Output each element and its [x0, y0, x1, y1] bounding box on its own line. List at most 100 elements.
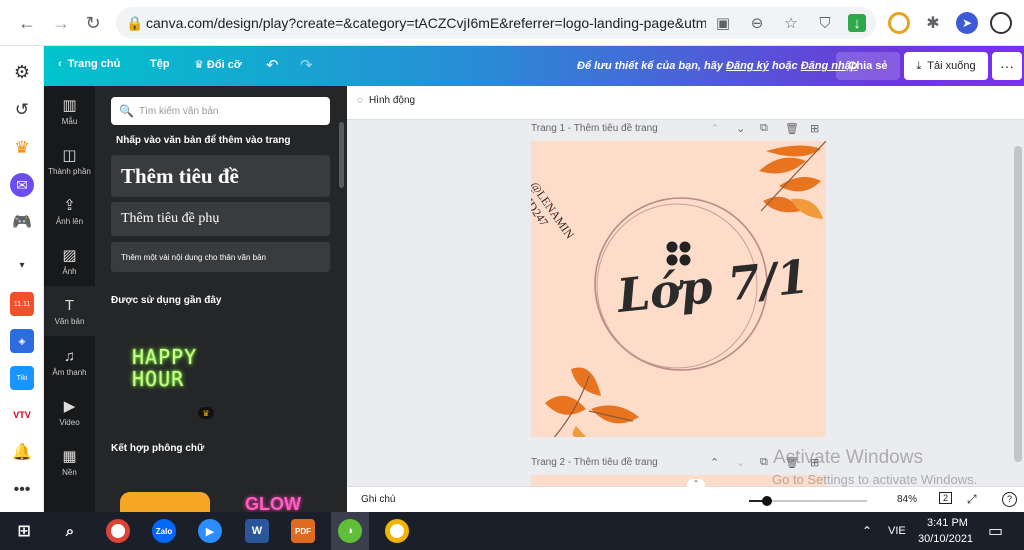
- puzzle-extensions-icon[interactable]: ✱: [922, 12, 944, 34]
- signup-link[interactable]: Đăng ký: [726, 60, 769, 72]
- zalo-icon[interactable]: Zalo: [152, 519, 176, 543]
- tool-photos[interactable]: ▨ Ảnh: [44, 236, 95, 286]
- clock-time[interactable]: 3:41 PM: [927, 517, 968, 529]
- top-leaves-graphic: [759, 141, 826, 219]
- page-count-badge[interactable]: 2: [939, 492, 953, 504]
- font-combo-preview[interactable]: [120, 492, 210, 512]
- elements-icon: ◫: [62, 147, 77, 164]
- page1-title[interactable]: Trang 1 - Thêm tiêu đề trang: [531, 123, 658, 134]
- blocked-popup-icon[interactable]: ▣: [714, 14, 732, 32]
- download-icon: ⤓: [916, 59, 922, 72]
- tool-rail: ▥ Mẫu ◫ Thành phần ⇪ Ảnh lên ▨ Ảnh T Văn…: [44, 86, 95, 512]
- share-button[interactable]: Chia sẻ: [836, 52, 900, 80]
- coccoc-browser-icon[interactable]: ◑: [338, 519, 362, 543]
- text-search-box[interactable]: 🔍: [111, 97, 330, 125]
- download-button[interactable]: ⤓ Tải xuống: [904, 52, 988, 80]
- redo-icon[interactable]: ↷: [300, 56, 313, 74]
- chrome-extension-icon[interactable]: [888, 12, 910, 34]
- collapse-chevron-icon[interactable]: ▾: [10, 260, 34, 271]
- happy-hour-text-style[interactable]: HAPPY HOUR: [132, 346, 197, 390]
- page2-move-down-icon[interactable]: ⌄: [736, 456, 745, 469]
- help-icon[interactable]: ?: [1002, 492, 1017, 507]
- zoom-icon[interactable]: ⊖: [748, 14, 766, 32]
- tool-elements[interactable]: ◫ Thành phần: [44, 136, 95, 186]
- animate-button[interactable]: ◌ Hình động: [357, 95, 415, 106]
- pdf-app-icon[interactable]: PDF: [291, 519, 315, 543]
- move-up-icon[interactable]: ⌃: [710, 122, 719, 135]
- browser-app-icon[interactable]: [385, 519, 409, 543]
- settings-gear-icon[interactable]: ⚙: [10, 60, 34, 84]
- more-options-button[interactable]: ···: [992, 52, 1022, 80]
- notes-button[interactable]: Ghi chú: [361, 494, 395, 505]
- download-arrow-icon[interactable]: ↓: [848, 14, 866, 32]
- tool-templates[interactable]: ▥ Mẫu: [44, 86, 95, 136]
- templates-icon: ▥: [62, 97, 77, 114]
- history-icon[interactable]: ↺: [10, 98, 34, 122]
- add-heading-button[interactable]: Thêm tiêu đề: [111, 155, 330, 197]
- browser-sidebar: ⚙ ↺ ♛ ✉ 🎮 ▾ 11.11 ◈ Tiki VTV 🔔 •••: [0, 46, 44, 512]
- windows-taskbar: ⊞ ⌕ Zalo ▶ W PDF ◑ ⌃ VIE 3:41 PM 30/10/2…: [0, 512, 1024, 550]
- file-menu[interactable]: Tệp: [150, 58, 170, 70]
- tool-audio[interactable]: ♫ Âm thanh: [44, 337, 95, 387]
- text-search-input[interactable]: [139, 105, 319, 117]
- word-icon[interactable]: W: [245, 519, 269, 543]
- notification-bell-icon[interactable]: 🔔: [10, 440, 34, 464]
- image-icon: ▨: [62, 247, 77, 264]
- resize-menu[interactable]: ♛ Đổi cỡ: [194, 58, 242, 71]
- gamepad-icon[interactable]: 🎮: [10, 210, 34, 234]
- clock-date[interactable]: 30/10/2021: [918, 533, 973, 545]
- forward-arrow-icon[interactable]: →: [48, 10, 74, 36]
- tool-background[interactable]: ▦ Nền: [44, 437, 95, 487]
- lock-icon: 🔒: [126, 14, 144, 31]
- tiki-icon[interactable]: Tiki: [10, 366, 34, 390]
- delete-page-icon[interactable]: 🗑: [785, 122, 799, 135]
- bookmark-star-icon[interactable]: ☆: [782, 14, 800, 32]
- home-link[interactable]: ‹ Trang chủ: [58, 58, 120, 70]
- panel-caption: Nhấp vào văn bản để thêm vào trang: [116, 135, 291, 146]
- add-body-text-button[interactable]: Thêm một vài nội dung cho thân văn bản: [111, 242, 330, 272]
- duplicate-page-icon[interactable]: ⧉: [760, 122, 768, 135]
- reload-icon[interactable]: ↻: [80, 10, 106, 36]
- workspace-footer: Ghi chú ⌃ 84% 2 ⤢ ?: [347, 479, 1024, 512]
- add-page-icon[interactable]: ⊞: [810, 122, 819, 135]
- page2-move-up-icon[interactable]: ⌃: [710, 456, 719, 469]
- crown-icon[interactable]: ♛: [10, 136, 34, 160]
- shopee-icon[interactable]: 11.11: [10, 292, 34, 316]
- notification-center-icon[interactable]: ▭: [988, 521, 1003, 541]
- panel-scrollbar[interactable]: [339, 122, 344, 188]
- more-dots-icon[interactable]: •••: [10, 478, 34, 502]
- zoom-slider-handle[interactable]: [761, 496, 772, 506]
- move-down-icon[interactable]: ⌄: [736, 122, 745, 135]
- pro-crown-icon: ♛: [198, 407, 214, 419]
- address-bar[interactable]: 🔒 canva.com/design/play?create=&category…: [116, 7, 876, 39]
- url-text[interactable]: canva.com/design/play?create=&category=t…: [146, 15, 706, 31]
- game-app-icon[interactable]: ◈: [10, 329, 34, 353]
- page2-duplicate-icon[interactable]: ⧉: [760, 456, 768, 469]
- workspace-scrollbar[interactable]: [1014, 146, 1022, 462]
- language-indicator[interactable]: VIE: [888, 525, 906, 537]
- design-canvas[interactable]: @LENAMIN #HD247 Lớp 7/1: [531, 141, 826, 437]
- zoom-app-icon[interactable]: ▶: [198, 519, 222, 543]
- tool-text[interactable]: T Văn bản: [44, 286, 95, 336]
- search-icon[interactable]: ⌕: [58, 519, 82, 543]
- expand-pages-icon[interactable]: ⌃: [687, 479, 705, 489]
- tool-video[interactable]: ▶ Video: [44, 387, 95, 437]
- windows-start-icon[interactable]: ⊞: [12, 519, 36, 543]
- back-arrow-icon[interactable]: ←: [14, 10, 40, 36]
- tool-uploads[interactable]: ⇪ Ảnh lên: [44, 186, 95, 236]
- recently-used-title: Được sử dụng gần đây: [111, 295, 222, 306]
- shield-icon[interactable]: ⛉: [816, 14, 834, 32]
- tray-expand-icon[interactable]: ⌃: [862, 524, 872, 538]
- messenger-icon[interactable]: ✉: [10, 173, 34, 197]
- vpn-extension-icon[interactable]: ➤: [956, 12, 978, 34]
- fullscreen-icon[interactable]: ⤢: [967, 492, 977, 507]
- page2-title[interactable]: Trang 2 - Thêm tiêu đề trang: [531, 457, 658, 468]
- add-subheading-button[interactable]: Thêm tiêu đề phụ: [111, 202, 330, 236]
- profile-avatar-icon[interactable]: [990, 12, 1012, 34]
- zoom-slider[interactable]: [749, 496, 867, 506]
- vtv-icon[interactable]: VTV: [10, 403, 34, 427]
- undo-icon[interactable]: ↶: [266, 56, 279, 74]
- zoom-value[interactable]: 84%: [897, 494, 917, 505]
- workspace-toolbar: ◌ Hình động: [347, 86, 1024, 120]
- chrome-icon[interactable]: [106, 519, 130, 543]
